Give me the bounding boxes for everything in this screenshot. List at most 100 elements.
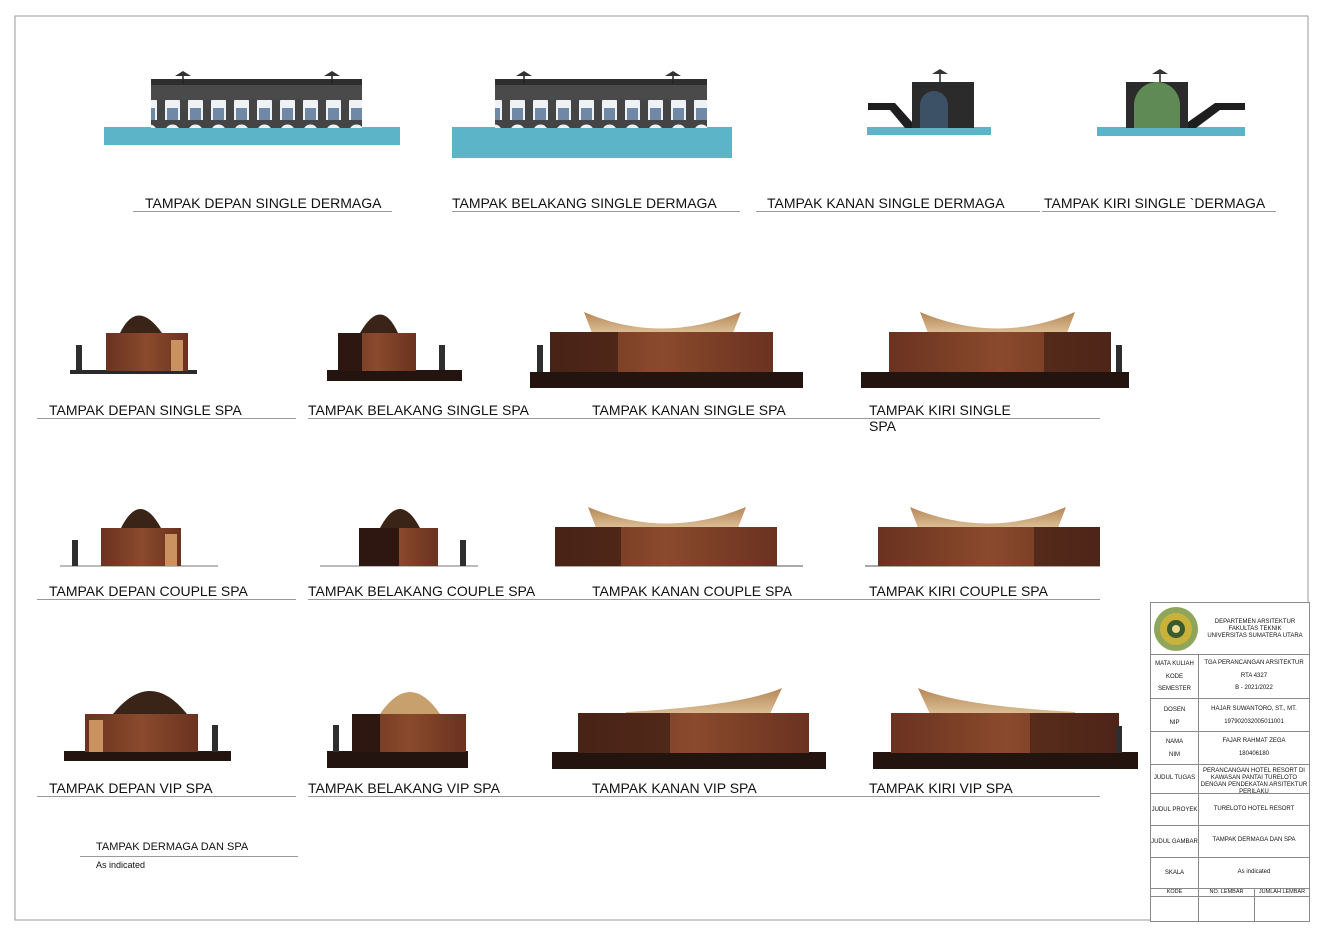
spa-base [530, 372, 803, 388]
student-name-label: NAMA [1165, 739, 1184, 745]
scale-label: SKALA [1164, 870, 1185, 876]
human-figure [460, 540, 466, 566]
water-strip [1097, 127, 1245, 136]
drawing-label: TAMPAK DEPAN SINGLE DERMAGA [145, 195, 382, 211]
dome-roof [120, 315, 162, 333]
spa-base [873, 752, 1138, 769]
drawing-label: TAMPAK BELAKANG SINGLE SPA [308, 402, 529, 418]
drawing-label: TAMPAK KIRI SINGLE SPA [869, 402, 1011, 434]
assignment-title-label: JUDUL TUGAS [1153, 775, 1196, 781]
label-underline [1042, 211, 1276, 212]
title-block: DEPARTEMEN ARSITEKTUR FAKULTAS TEKNIK UN… [1150, 602, 1310, 922]
pier-arch-opening [1134, 82, 1180, 128]
drawing-label: TAMPAK KANAN VIP SPA [592, 780, 757, 796]
course-label: MATA KULIAH [1155, 661, 1194, 667]
spa-wall-shade [1034, 527, 1100, 566]
curved-roof [584, 312, 741, 333]
human-figure [333, 725, 339, 752]
drawing-label: TAMPAK KIRI COUPLE SPA [869, 583, 1048, 599]
water-strip [452, 127, 732, 158]
human-figure [1116, 345, 1122, 372]
label-underline [308, 418, 592, 419]
code-label: KODE [1165, 674, 1183, 680]
human-figure [72, 540, 78, 566]
pier-roof-band [495, 84, 707, 100]
label-underline [37, 599, 296, 600]
spa-wall-shade [550, 332, 618, 372]
curved-roof [910, 507, 1066, 528]
lecturer-label: DOSEN [1163, 707, 1186, 713]
pier-front-elevation [104, 71, 400, 145]
single-spa-front [70, 315, 197, 374]
spa-wall-shade [555, 527, 621, 566]
dome-roof [380, 692, 440, 714]
spa-door [165, 534, 177, 566]
lecturer-value: HAJAR SUWANTORO, ST., MT. [1211, 706, 1297, 712]
drawing-label: TAMPAK BELAKANG COUPLE SPA [308, 583, 536, 599]
pier-left-elevation [1097, 69, 1245, 136]
label-underline [868, 796, 1100, 797]
lamp-head [324, 71, 340, 76]
pier-stair [868, 103, 912, 128]
student-name-value: FAJAR RAHMAT ZEGA [1222, 738, 1286, 744]
human-figure [76, 345, 82, 370]
vip-spa-front [64, 691, 231, 761]
couple-spa-back [320, 509, 478, 567]
drawing-label: TAMPAK BELAKANG VIP SPA [308, 780, 500, 796]
water-strip [104, 127, 400, 145]
label-underline [37, 796, 296, 797]
drawing-label: TAMPAK KANAN COUPLE SPA [592, 583, 792, 599]
label-underline [868, 599, 1100, 600]
nim-label: NIM [1169, 752, 1180, 758]
label-underline [592, 418, 868, 419]
pier-roof-band [151, 84, 362, 100]
curved-roof [588, 507, 746, 528]
spa-base [327, 751, 468, 768]
pier-arch-opening [920, 91, 948, 128]
spa-wall-shade [352, 714, 380, 752]
nim-value: 180406180 [1238, 751, 1270, 757]
single-spa-left [861, 312, 1129, 388]
sheet-title-underline [80, 856, 298, 857]
drawing-label: TAMPAK DEPAN SINGLE SPA [49, 402, 242, 418]
drawing-label: TAMPAK BELAKANG SINGLE DERMAGA [452, 195, 717, 211]
couple-spa-front [60, 509, 218, 567]
dome-roof [121, 509, 161, 528]
spa-base [861, 372, 1129, 388]
label-underline [452, 211, 740, 212]
nip-label: NIP [1169, 720, 1180, 726]
drawing-title-label: JUDUL GAMBAR [1151, 839, 1198, 845]
curved-roof [626, 688, 782, 714]
spa-wall-shade [359, 528, 399, 566]
label-underline [308, 599, 592, 600]
pier-back-elevation [452, 71, 732, 158]
faculty-name: FAKULTAS TEKNIK [1228, 626, 1282, 632]
spa-wall-shade [1044, 332, 1111, 372]
couple-spa-right [555, 507, 803, 567]
pier-right-elevation [867, 69, 991, 135]
drawing-label: TAMPAK KIRI SINGLE `DERMAGA [1044, 195, 1266, 211]
drawing-label: TAMPAK KANAN SINGLE DERMAGA [767, 195, 1005, 211]
spa-door [89, 720, 103, 752]
university-seal-icon [1154, 607, 1198, 651]
project-title-label: JUDUL PROYEK [1151, 807, 1198, 813]
semester-value: B - 2021/2022 [1235, 685, 1273, 691]
label-underline [756, 211, 1040, 212]
label-underline [592, 599, 868, 600]
sheet-scale-note: As indicated [96, 860, 146, 870]
spa-base [64, 751, 231, 761]
label-underline [592, 796, 868, 797]
department-name: DEPARTEMEN ARSITEKTUR [1214, 619, 1296, 625]
curved-roof [918, 688, 1075, 714]
nip-value: 197902032005011001 [1224, 719, 1284, 725]
dome-roof [380, 509, 420, 528]
spa-wall-shade [338, 333, 362, 371]
spa-door [171, 340, 183, 371]
label-underline [133, 211, 392, 212]
project-title-value: TURELOTO HOTEL RESORT [1213, 806, 1295, 812]
dome-roof [360, 314, 398, 333]
single-spa-back [327, 314, 462, 381]
vip-spa-left [873, 688, 1138, 769]
spa-wall-shade [1030, 713, 1119, 753]
sheet-count-label: JUMLAH LEMBAR [1258, 889, 1306, 895]
